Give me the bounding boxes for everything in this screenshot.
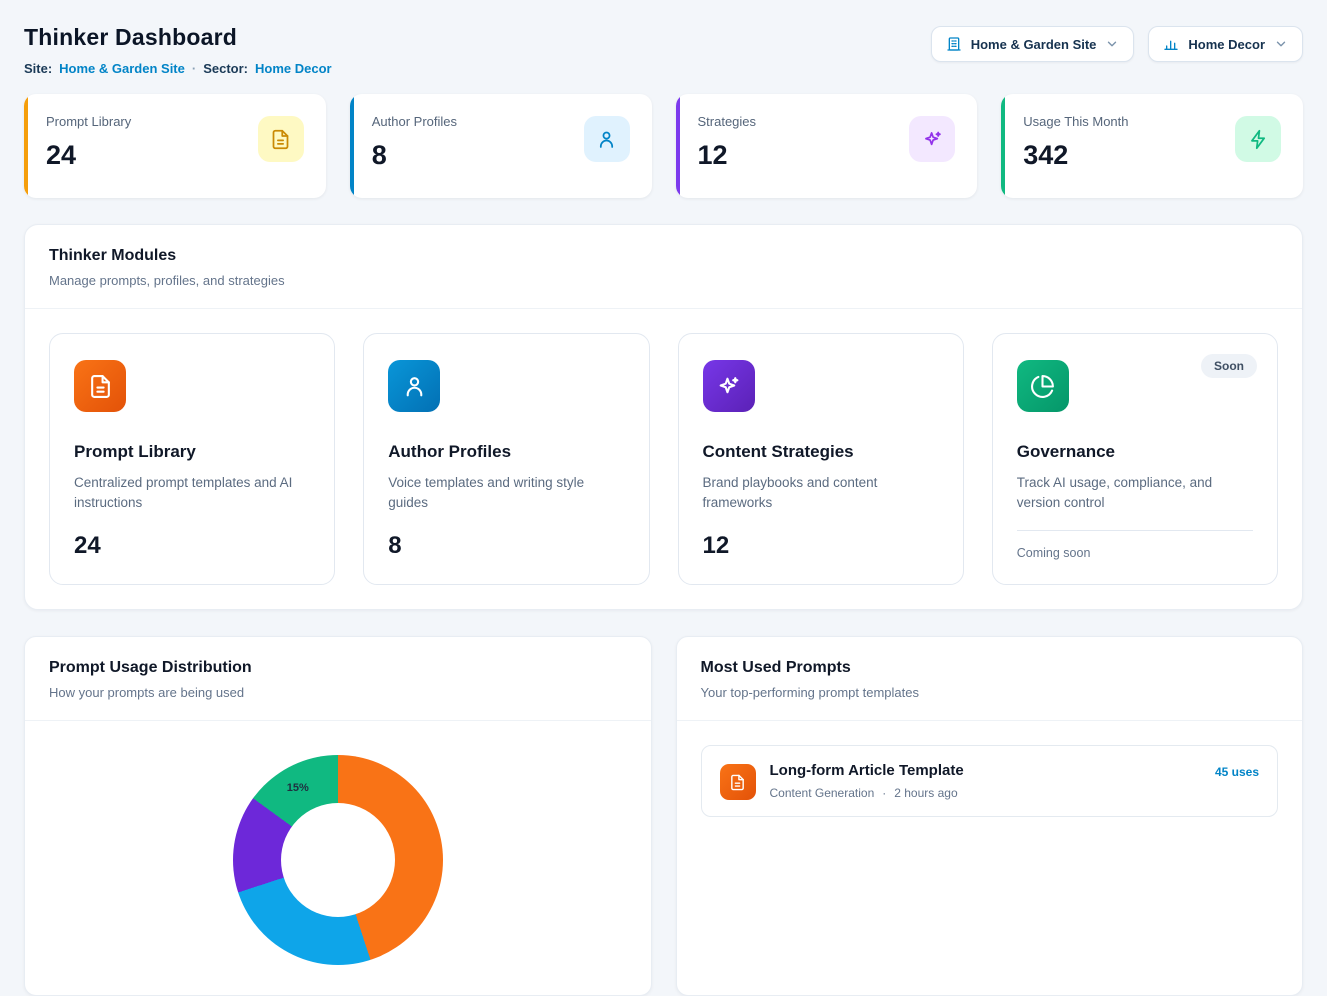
module-title: Content Strategies: [703, 442, 939, 462]
module-description: Brand playbooks and content frameworks: [703, 473, 938, 514]
most-used-prompts-card: Most Used Prompts Your top-performing pr…: [676, 636, 1304, 996]
stat-label: Usage This Month: [1023, 114, 1128, 129]
document-icon: [270, 129, 291, 150]
module-count: 12: [703, 516, 939, 560]
thinker-modules-section: Thinker Modules Manage prompts, profiles…: [24, 224, 1303, 610]
modules-title: Thinker Modules: [49, 247, 1278, 265]
module-card-governance[interactable]: Soon Governance Track AI usage, complian…: [992, 333, 1278, 585]
building-icon: [946, 36, 962, 52]
header-left: Thinker Dashboard Site: Home & Garden Si…: [24, 16, 332, 76]
stat-value: 8: [372, 140, 457, 171]
user-icon: [402, 374, 427, 399]
donut-chart-area: 15%: [25, 755, 651, 996]
page-header: Thinker Dashboard Site: Home & Garden Si…: [24, 16, 1303, 76]
module-card-author-profiles[interactable]: Author Profiles Voice templates and writ…: [363, 333, 649, 585]
stat-value: 342: [1023, 140, 1128, 171]
stat-card-usage: Usage This Month 342: [1001, 94, 1303, 198]
prompt-icon-wrap: [720, 764, 756, 800]
sparkle-icon: [716, 374, 741, 399]
stats-row: Prompt Library 24 Author Profiles 8 Stra…: [24, 94, 1303, 198]
stat-card-prompt-library: Prompt Library 24: [24, 94, 326, 198]
stat-label: Strategies: [698, 114, 757, 129]
stat-text: Strategies 12: [698, 114, 757, 178]
site-selector-label: Home & Garden Site: [971, 37, 1097, 52]
module-description: Track AI usage, compliance, and version …: [1017, 473, 1252, 514]
bottom-row: Prompt Usage Distribution How your promp…: [24, 636, 1303, 996]
header-controls: Home & Garden Site Home Decor: [931, 26, 1303, 62]
stat-icon-wrap: [1235, 116, 1281, 162]
stat-card-strategies: Strategies 12: [676, 94, 978, 198]
zap-icon: [1248, 129, 1269, 150]
prompt-title: Long-form Article Template: [770, 762, 1201, 779]
sector-selector-dropdown[interactable]: Home Decor: [1148, 26, 1303, 62]
stat-value: 24: [46, 140, 131, 171]
stat-icon-wrap: [258, 116, 304, 162]
prompt-category: Content Generation: [770, 786, 875, 800]
donut-segment-label: 15%: [287, 782, 309, 794]
prompt-meta: Content Generation · 2 hours ago: [770, 786, 1201, 800]
document-icon: [88, 374, 113, 399]
sparkle-icon: [922, 129, 943, 150]
chevron-down-icon: [1105, 37, 1119, 51]
usage-distribution-header: Prompt Usage Distribution How your promp…: [25, 637, 651, 721]
modules-grid: Prompt Library Centralized prompt templa…: [25, 309, 1302, 609]
most-used-title: Most Used Prompts: [701, 659, 1279, 677]
module-title: Prompt Library: [74, 442, 310, 462]
meta-separator: ·: [882, 786, 886, 800]
module-icon-wrap: [74, 360, 126, 412]
most-used-subtitle: Your top-performing prompt templates: [701, 685, 1279, 700]
user-icon: [596, 129, 617, 150]
chevron-down-icon: [1274, 37, 1288, 51]
stat-text: Author Profiles 8: [372, 114, 457, 178]
stat-icon-wrap: [909, 116, 955, 162]
site-link[interactable]: Home & Garden Site: [59, 61, 185, 76]
bar-chart-icon: [1163, 36, 1179, 52]
stat-label: Prompt Library: [46, 114, 131, 129]
module-description: Centralized prompt templates and AI inst…: [74, 473, 309, 514]
module-card-content-strategies[interactable]: Content Strategies Brand playbooks and c…: [678, 333, 964, 585]
module-icon-wrap: [703, 360, 755, 412]
usage-distribution-title: Prompt Usage Distribution: [49, 659, 627, 677]
module-count: 8: [388, 516, 624, 560]
page-title: Thinker Dashboard: [24, 24, 332, 51]
stat-card-author-profiles: Author Profiles 8: [350, 94, 652, 198]
module-icon-wrap: [388, 360, 440, 412]
most-used-header: Most Used Prompts Your top-performing pr…: [677, 637, 1303, 721]
prompt-text: Long-form Article Template Content Gener…: [770, 762, 1201, 800]
prompt-time: 2 hours ago: [894, 786, 957, 800]
coming-soon-label: Coming soon: [1017, 530, 1253, 560]
module-card-prompt-library[interactable]: Prompt Library Centralized prompt templa…: [49, 333, 335, 585]
site-selector-dropdown[interactable]: Home & Garden Site: [931, 26, 1135, 62]
module-count: 24: [74, 516, 310, 560]
stat-label: Author Profiles: [372, 114, 457, 129]
breadcrumb-separator: ·: [192, 61, 196, 76]
stat-text: Prompt Library 24: [46, 114, 131, 178]
document-icon: [729, 774, 746, 791]
sector-link[interactable]: Home Decor: [255, 61, 332, 76]
stat-icon-wrap: [584, 116, 630, 162]
soon-badge: Soon: [1201, 354, 1257, 378]
module-icon-wrap: [1017, 360, 1069, 412]
sector-selector-label: Home Decor: [1188, 37, 1265, 52]
usage-distribution-card: Prompt Usage Distribution How your promp…: [24, 636, 652, 996]
usage-count-badge: 45 uses: [1215, 765, 1259, 779]
pie-chart-icon: [1030, 374, 1055, 399]
breadcrumb: Site: Home & Garden Site · Sector: Home …: [24, 61, 332, 76]
prompt-list: Long-form Article Template Content Gener…: [677, 721, 1303, 841]
site-label: Site:: [24, 61, 52, 76]
module-description: Voice templates and writing style guides: [388, 473, 623, 514]
sector-label: Sector:: [203, 61, 248, 76]
usage-distribution-subtitle: How your prompts are being used: [49, 685, 627, 700]
donut-chart: 15%: [233, 755, 443, 965]
stat-value: 12: [698, 140, 757, 171]
module-title: Author Profiles: [388, 442, 624, 462]
modules-header: Thinker Modules Manage prompts, profiles…: [25, 225, 1302, 309]
module-title: Governance: [1017, 442, 1253, 462]
dashboard-page: Thinker Dashboard Site: Home & Garden Si…: [0, 0, 1327, 996]
list-item[interactable]: Long-form Article Template Content Gener…: [701, 745, 1279, 817]
stat-text: Usage This Month 342: [1023, 114, 1128, 178]
modules-subtitle: Manage prompts, profiles, and strategies: [49, 273, 1278, 288]
